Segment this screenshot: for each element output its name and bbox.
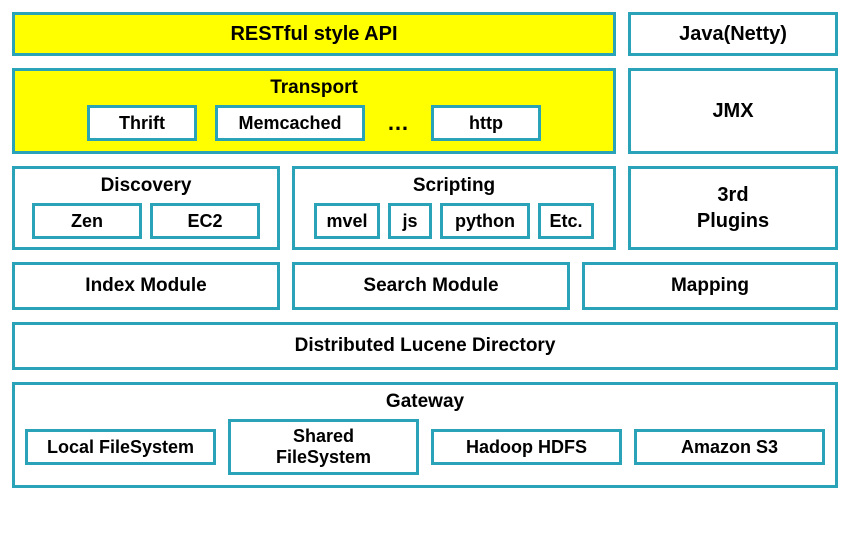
- hadoop-hdfs-label: Hadoop HDFS: [466, 437, 587, 458]
- transport-title: Transport: [270, 71, 358, 105]
- gateway-box: Gateway Local FileSystem Shared FileSyst…: [12, 382, 838, 488]
- third-plugins-box: 3rd Plugins: [628, 166, 838, 250]
- lucene-directory-box: Distributed Lucene Directory: [12, 322, 838, 370]
- hadoop-hdfs-box: Hadoop HDFS: [431, 429, 622, 465]
- index-module-box: Index Module: [12, 262, 280, 310]
- lucene-directory-label: Distributed Lucene Directory: [295, 335, 556, 357]
- thrift-box: Thrift: [87, 105, 197, 141]
- amazon-s3-box: Amazon S3: [634, 429, 825, 465]
- restful-api-box: RESTful style API: [12, 12, 616, 56]
- restful-api-label: RESTful style API: [230, 23, 397, 46]
- zen-label: Zen: [71, 211, 103, 232]
- search-module-label: Search Module: [363, 275, 498, 297]
- zen-box: Zen: [32, 203, 142, 239]
- java-netty-box: Java(Netty): [628, 12, 838, 56]
- third-plugins-label: 3rd Plugins: [697, 182, 769, 234]
- memcached-label: Memcached: [238, 113, 341, 134]
- java-netty-label: Java(Netty): [679, 23, 787, 46]
- local-filesystem-label: Local FileSystem: [47, 437, 194, 458]
- etc-box: Etc.: [538, 203, 594, 239]
- etc-label: Etc.: [549, 211, 582, 232]
- python-label: python: [455, 211, 515, 232]
- http-label: http: [469, 113, 503, 134]
- discovery-title: Discovery: [101, 169, 192, 203]
- scripting-box: Scripting mvel js python Etc.: [292, 166, 616, 250]
- python-box: python: [440, 203, 530, 239]
- scripting-title: Scripting: [413, 169, 495, 203]
- mapping-box: Mapping: [582, 262, 838, 310]
- mvel-box: mvel: [314, 203, 380, 239]
- gateway-title: Gateway: [386, 385, 464, 419]
- ellipsis-icon: …: [383, 110, 413, 136]
- ec2-label: EC2: [187, 211, 222, 232]
- thrift-label: Thrift: [119, 113, 165, 134]
- amazon-s3-label: Amazon S3: [681, 437, 778, 458]
- discovery-box: Discovery Zen EC2: [12, 166, 280, 250]
- ec2-box: EC2: [150, 203, 260, 239]
- index-module-label: Index Module: [85, 275, 206, 297]
- js-label: js: [402, 211, 417, 232]
- mapping-label: Mapping: [671, 275, 749, 297]
- search-module-box: Search Module: [292, 262, 570, 310]
- mvel-label: mvel: [326, 211, 367, 232]
- local-filesystem-box: Local FileSystem: [25, 429, 216, 465]
- jmx-label: JMX: [712, 100, 753, 123]
- memcached-box: Memcached: [215, 105, 365, 141]
- jmx-box: JMX: [628, 68, 838, 154]
- http-box: http: [431, 105, 541, 141]
- js-box: js: [388, 203, 432, 239]
- shared-filesystem-label: Shared FileSystem: [245, 426, 402, 468]
- shared-filesystem-box: Shared FileSystem: [228, 419, 419, 475]
- transport-box: Transport Thrift Memcached … http: [12, 68, 616, 154]
